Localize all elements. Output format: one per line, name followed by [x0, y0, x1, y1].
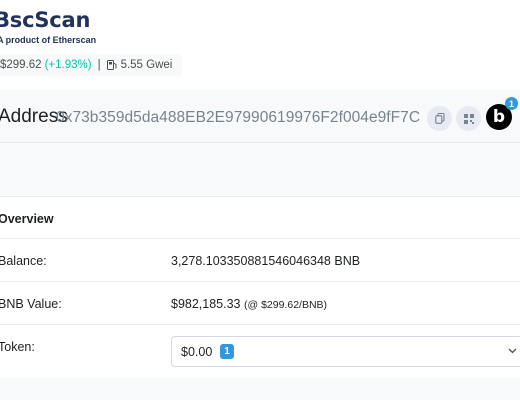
- logo-subtitle: A product of Etherscan: [0, 35, 97, 45]
- bnb-price[interactable]: $299.62: [0, 59, 42, 71]
- blockscan-logo: b: [492, 107, 506, 127]
- overview-card-header: Overview: [0, 197, 520, 239]
- token-holdings-dropdown[interactable]: $0.00 1: [171, 336, 520, 367]
- notification-count-badge: 1: [505, 97, 518, 110]
- bnb-value-row: BNB Value: $982,185.33 (@ $299.62/BNB): [0, 282, 520, 325]
- bnb-value: $982,185.33 (@ $299.62/BNB): [171, 297, 327, 311]
- address-header: Address 0x73b359d5da488EB2E97990619976F2…: [0, 93, 520, 143]
- price-separator: |: [97, 59, 101, 71]
- address-hash: 0x73b359d5da488EB2E97990619976F2f004e9fF…: [56, 109, 421, 126]
- token-count-badge: 1: [220, 344, 234, 359]
- qr-code-button[interactable]: [456, 106, 481, 131]
- page-background: [0, 378, 520, 400]
- copy-icon: [434, 113, 445, 124]
- site-header: BscScan A product of Etherscan $299.62 (…: [0, 0, 520, 90]
- balance-value: 3,278.103350881546046348 BNB: [171, 254, 361, 268]
- bnb-value-label: BNB Value:: [0, 297, 62, 311]
- token-total-value: $0.00: [181, 345, 213, 359]
- overview-title: Overview: [0, 212, 54, 226]
- token-label: Token:: [0, 340, 35, 354]
- site-logo[interactable]: BscScan: [0, 8, 90, 32]
- qr-code-icon: [463, 113, 474, 124]
- chevron-down-icon: [508, 347, 517, 355]
- copy-address-button[interactable]: [427, 106, 452, 131]
- bnb-price-change: (+1.93%): [44, 59, 92, 71]
- gas-price[interactable]: 5.55 Gwei: [121, 59, 173, 71]
- bnb-value-rate: (@ $299.62/BNB): [244, 299, 328, 311]
- balance-label: Balance:: [0, 254, 47, 268]
- overview-card: Overview Balance: 3,278.1033508815460463…: [0, 196, 520, 378]
- gas-pump-icon: [106, 60, 118, 70]
- balance-row: Balance: 3,278.103350881546046348 BNB: [0, 239, 520, 282]
- price-bar: $299.62 (+1.93%) | 5.55 Gwei: [0, 54, 183, 76]
- bnb-value-amount: $982,185.33: [171, 297, 241, 311]
